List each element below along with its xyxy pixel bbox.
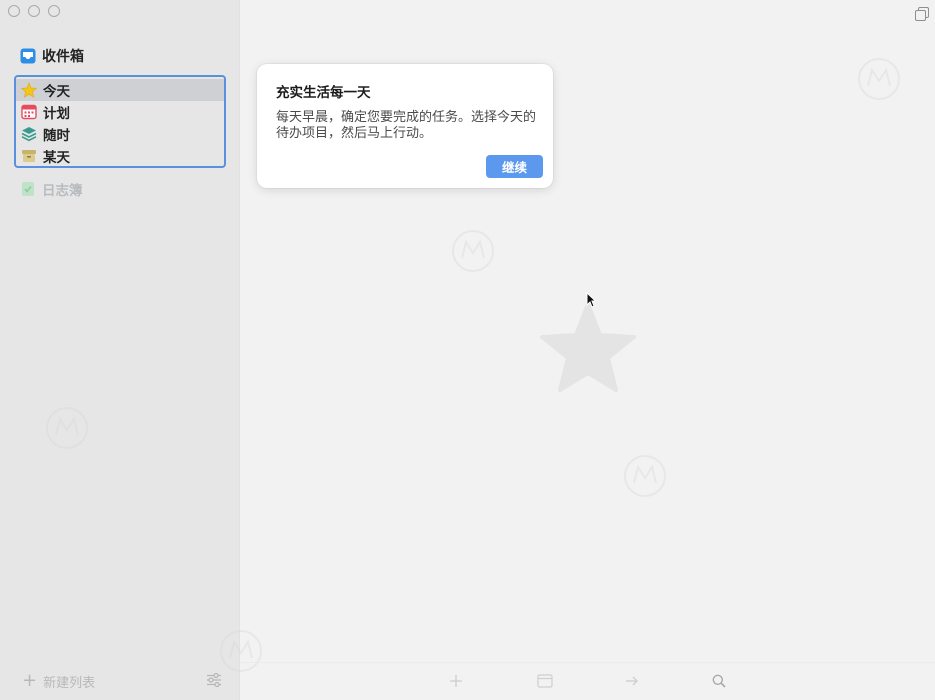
sidebar-item-label: 今天	[43, 84, 70, 100]
new-list-label: 新建列表	[43, 675, 96, 691]
inbox-tray-icon	[20, 48, 36, 64]
add-todo-icon[interactable]	[449, 673, 463, 692]
sidebar-item-label: 收件箱	[42, 49, 84, 65]
sidebar-item-label: 随时	[43, 128, 70, 144]
sidebar-item-anytime[interactable]: 随时	[16, 123, 224, 145]
plus-icon: +	[22, 670, 38, 691]
logbook-icon	[20, 181, 36, 197]
layers-icon	[21, 126, 37, 142]
calendar-icon	[21, 104, 37, 120]
mouse-cursor-icon	[586, 291, 597, 312]
new-window-icon[interactable]	[915, 6, 929, 25]
new-list-button[interactable]: + 新建列表	[22, 672, 95, 691]
popover-body: 每天早晨，确定您要完成的任务。选择今天的待办项目，然后马上行动。	[276, 110, 537, 141]
popover-title: 充实生活每一天	[276, 85, 371, 101]
window-controls	[8, 5, 60, 17]
when-calendar-icon[interactable]	[537, 673, 553, 692]
main-toolbar	[240, 662, 935, 700]
sidebar-item-logbook[interactable]: 日志簿	[20, 179, 83, 199]
sidebar-item-upcoming[interactable]: 计划	[16, 101, 224, 123]
sidebar-item-label: 计划	[43, 106, 70, 122]
sidebar-item-someday[interactable]: 某天	[16, 145, 224, 167]
sidebar: 收件箱 今天 计划 随时 某天 日志簿 + 新建列表	[0, 0, 240, 700]
sidebar-item-inbox[interactable]: 收件箱	[20, 46, 84, 66]
zoom-window-button[interactable]	[48, 5, 60, 17]
sidebar-item-label: 日志簿	[42, 183, 83, 199]
app-window: 收件箱 今天 计划 随时 某天 日志簿 + 新建列表 充实生活每一天 每天早晨，…	[0, 0, 935, 700]
close-window-button[interactable]	[8, 5, 20, 17]
sidebar-item-label: 某天	[43, 150, 70, 166]
sidebar-group-selection: 今天 计划 随时 某天	[14, 75, 226, 168]
star-icon	[21, 82, 37, 98]
archive-box-icon	[21, 148, 37, 164]
empty-state-star-icon	[539, 300, 637, 396]
search-icon[interactable]	[712, 673, 726, 692]
minimize-window-button[interactable]	[28, 5, 40, 17]
sidebar-footer: + 新建列表	[0, 662, 240, 700]
sidebar-item-today[interactable]: 今天	[16, 79, 224, 101]
onboarding-popover: 充实生活每一天 每天早晨，确定您要完成的任务。选择今天的待办项目，然后马上行动。…	[257, 64, 553, 188]
continue-button[interactable]: 继续	[486, 155, 543, 178]
move-arrow-icon[interactable]	[625, 673, 639, 692]
settings-sliders-icon[interactable]	[206, 672, 222, 691]
